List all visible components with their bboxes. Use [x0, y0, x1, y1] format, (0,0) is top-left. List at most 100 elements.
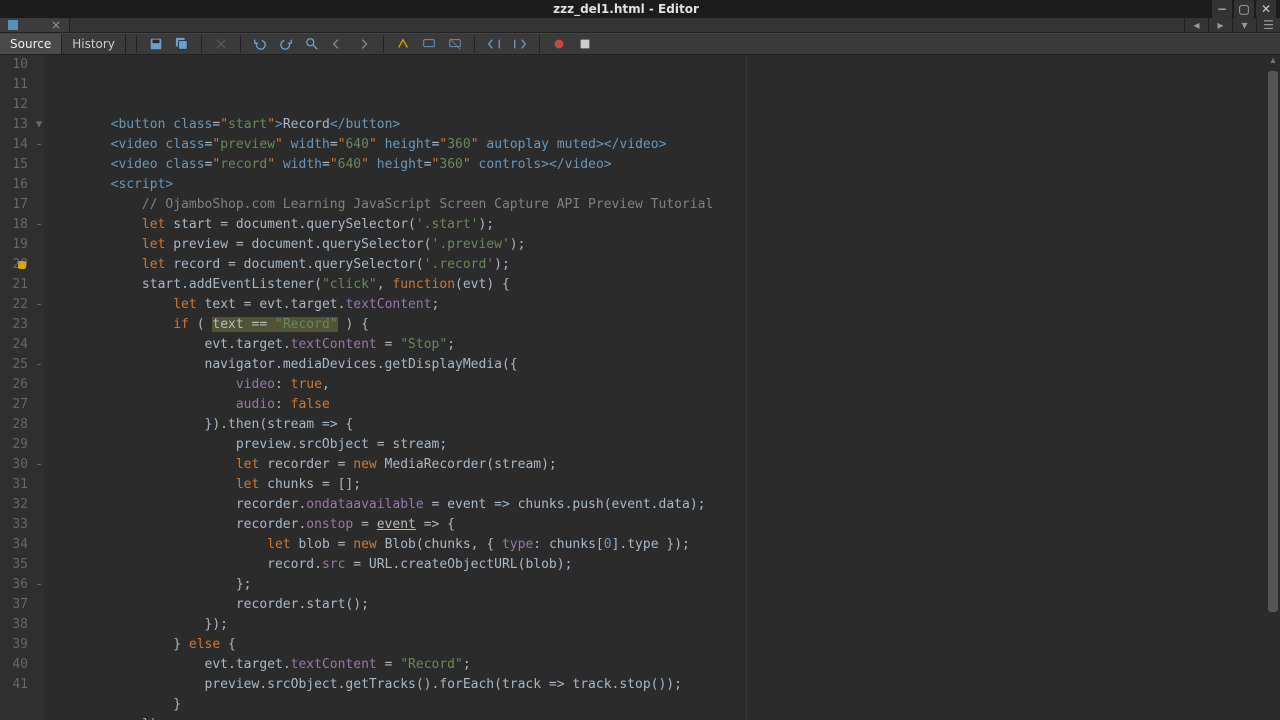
code-line[interactable]: } [44, 695, 1266, 715]
line-number: 26 [2, 375, 28, 395]
code-line[interactable]: let chunks = []; [44, 475, 1266, 495]
vertical-scrollbar[interactable]: ▴ ▾ [1266, 55, 1280, 720]
code-line[interactable]: }); [44, 615, 1266, 635]
fold-column[interactable]: ▾------ [34, 55, 44, 720]
code-line[interactable]: preview.srcObject = stream; [44, 435, 1266, 455]
code-line[interactable]: let record = document.querySelector('.re… [44, 255, 1266, 275]
code-line[interactable]: } else { [44, 635, 1266, 655]
code-line[interactable]: let recorder = new MediaRecorder(stream)… [44, 455, 1266, 475]
window-titlebar: zzz_del1.html - Editor − ▢ ✕ [0, 0, 1280, 18]
code-line[interactable]: video: true, [44, 375, 1266, 395]
window-maximize-button[interactable]: ▢ [1234, 0, 1254, 18]
fold-toggle[interactable]: - [34, 575, 44, 595]
fold-toggle[interactable]: - [34, 295, 44, 315]
mode-toolbar-row: Source History [0, 33, 1280, 55]
save-all-button[interactable] [171, 34, 193, 54]
code-line[interactable]: let blob = new Blob(chunks, { type: chun… [44, 535, 1266, 555]
code-line[interactable]: recorder.ondataavailable = event => chun… [44, 495, 1266, 515]
redo-button[interactable] [275, 34, 297, 54]
comment-button[interactable] [418, 34, 440, 54]
line-number: 32 [2, 495, 28, 515]
line-number: 40 [2, 655, 28, 675]
code-line[interactable]: audio: false [44, 395, 1266, 415]
code-line[interactable]: <video class="preview" width="640" heigh… [44, 135, 1266, 155]
scroll-thumb[interactable] [1268, 71, 1278, 612]
code-line[interactable]: if ( text == "Record" ) { [44, 315, 1266, 335]
line-number: 12 [2, 95, 28, 115]
line-number: 35 [2, 555, 28, 575]
window-minimize-button[interactable]: − [1212, 0, 1232, 18]
editor-toolbar [126, 34, 1280, 54]
line-number: 13 [2, 115, 28, 135]
line-number: 36 [2, 575, 28, 595]
window-title: zzz_del1.html - Editor [40, 2, 1212, 16]
tab-source[interactable]: Source [0, 34, 62, 54]
tab-history[interactable]: History [62, 34, 126, 54]
fold-toggle[interactable]: - [34, 355, 44, 375]
fold-toggle[interactable]: ▾ [34, 115, 44, 135]
window-close-button[interactable]: ✕ [1256, 0, 1276, 18]
code-line[interactable]: recorder.onstop = event => { [44, 515, 1266, 535]
code-line[interactable]: }); [44, 715, 1266, 720]
fold-toggle[interactable]: - [34, 135, 44, 155]
code-line[interactable]: }; [44, 575, 1266, 595]
code-line[interactable]: evt.target.textContent = "Stop"; [44, 335, 1266, 355]
nav-forward-button[interactable]: ▸ [1208, 18, 1232, 32]
stop-macro-button[interactable] [574, 34, 596, 54]
line-number: 14 [2, 135, 28, 155]
line-number: 24 [2, 335, 28, 355]
shift-right-button[interactable] [509, 34, 531, 54]
scroll-up-button[interactable]: ▴ [1266, 55, 1280, 69]
line-number: 10 [2, 55, 28, 75]
find-button[interactable] [301, 34, 323, 54]
code-view[interactable]: <button class="start">Record</button> <v… [44, 55, 1266, 720]
code-line[interactable]: <button class="start">Record</button> [44, 115, 1266, 135]
save-button[interactable] [145, 34, 167, 54]
highlight-button[interactable] [392, 34, 414, 54]
code-line[interactable]: let start = document.querySelector('.sta… [44, 215, 1266, 235]
fold-toggle[interactable]: - [34, 215, 44, 235]
code-line[interactable]: let preview = document.querySelector('.p… [44, 235, 1266, 255]
undo-button[interactable] [249, 34, 271, 54]
line-number: 27 [2, 395, 28, 415]
warning-icon [18, 261, 26, 269]
file-icon [8, 20, 18, 30]
line-number: 31 [2, 475, 28, 495]
code-line[interactable]: recorder.start(); [44, 595, 1266, 615]
code-line[interactable]: let text = evt.target.textContent; [44, 295, 1266, 315]
file-tab[interactable]: × [0, 18, 70, 32]
file-tab-strip: × ◂ ▸ ▾ ☰ [0, 18, 1280, 33]
tab-list-button[interactable]: ☰ [1256, 18, 1280, 32]
code-line[interactable]: <video class="record" width="640" height… [44, 155, 1266, 175]
code-line[interactable]: evt.target.textContent = "Record"; [44, 655, 1266, 675]
code-line[interactable]: // OjamboShop.com Learning JavaScript Sc… [44, 195, 1266, 215]
find-next-button[interactable] [353, 34, 375, 54]
line-number: 28 [2, 415, 28, 435]
line-number: 17 [2, 195, 28, 215]
find-previous-button[interactable] [327, 34, 349, 54]
line-number: 34 [2, 535, 28, 555]
nav-dropdown-button[interactable]: ▾ [1232, 18, 1256, 32]
fold-toggle[interactable]: - [34, 455, 44, 475]
line-number: 37 [2, 595, 28, 615]
uncomment-button[interactable] [444, 34, 466, 54]
code-line[interactable]: preview.srcObject.getTracks().forEach(tr… [44, 675, 1266, 695]
shift-left-button[interactable] [483, 34, 505, 54]
line-number: 20 [2, 255, 28, 275]
line-number: 19 [2, 235, 28, 255]
editor-area[interactable]: 1011121314151617181920212223242526272829… [0, 55, 1280, 720]
record-macro-button[interactable] [548, 34, 570, 54]
file-tab-close-icon[interactable]: × [41, 18, 61, 32]
code-line[interactable]: navigator.mediaDevices.getDisplayMedia({ [44, 355, 1266, 375]
nav-back-button[interactable]: ◂ [1184, 18, 1208, 32]
code-line[interactable]: record.src = URL.createObjectURL(blob); [44, 555, 1266, 575]
line-number: 22 [2, 295, 28, 315]
cut-button [210, 34, 232, 54]
line-number-gutter: 1011121314151617181920212223242526272829… [2, 55, 34, 720]
line-number: 33 [2, 515, 28, 535]
code-line[interactable]: <script> [44, 175, 1266, 195]
line-number: 25 [2, 355, 28, 375]
code-line[interactable]: start.addEventListener("click", function… [44, 275, 1266, 295]
code-line[interactable]: }).then(stream => { [44, 415, 1266, 435]
line-number: 21 [2, 275, 28, 295]
